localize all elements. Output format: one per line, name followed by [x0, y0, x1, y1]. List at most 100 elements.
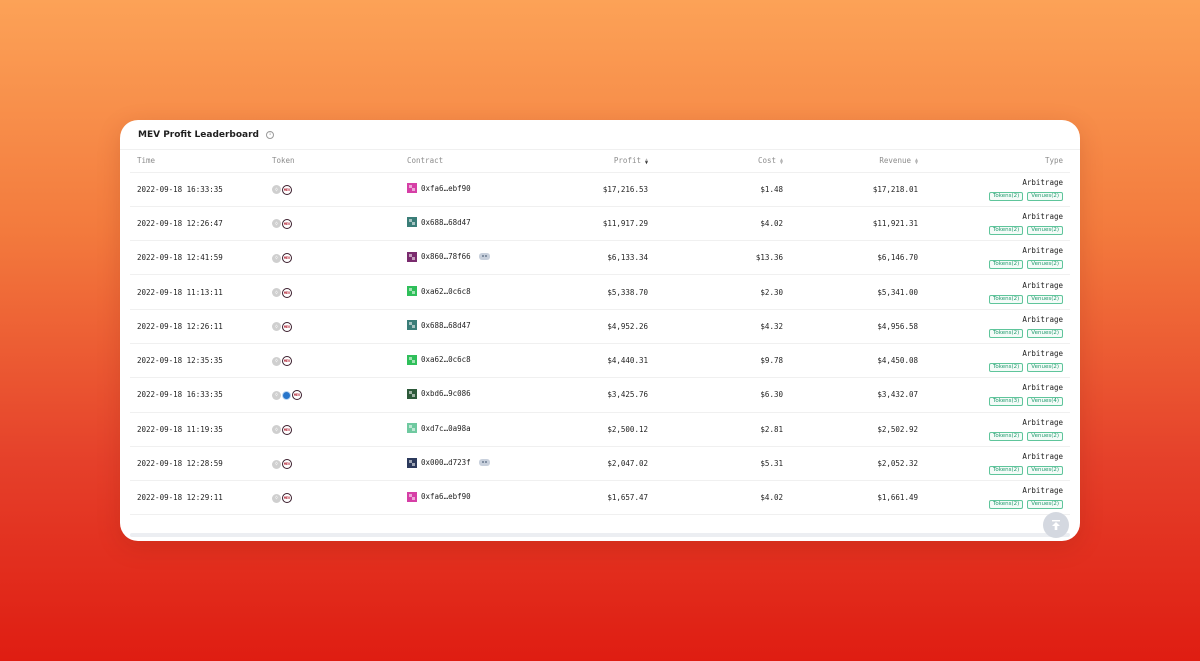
tokens-tag[interactable]: Tokens(2): [988, 260, 1024, 270]
tokens-tag[interactable]: Tokens(2): [988, 225, 1024, 235]
scroll-to-top-button[interactable]: [1043, 512, 1069, 538]
mev-icon[interactable]: MEV: [282, 184, 292, 195]
venues-tag[interactable]: Venues(2): [1027, 191, 1063, 201]
contract-address[interactable]: 0xfa6…ebf90: [421, 184, 471, 193]
table-row[interactable]: 2022-09-18 12:41:59 ⬨ MEV 0x860…78f66 $6,…: [130, 240, 1070, 276]
cell-token: ⬨ MEV: [265, 446, 400, 482]
eth-icon[interactable]: ⬨: [272, 493, 281, 503]
contract-link[interactable]: 0xa62…0c6c8: [407, 286, 471, 297]
contract-address[interactable]: 0xa62…0c6c8: [421, 355, 471, 364]
contract-link[interactable]: 0xbd6…9c086: [407, 388, 471, 399]
table-row[interactable]: 2022-09-18 11:19:35 ⬨ MEV 0xd7c…0a98a $2,…: [130, 412, 1070, 447]
contract-address[interactable]: 0x688…68d47: [421, 218, 471, 227]
contract-link[interactable]: 0x688…68d47: [407, 217, 471, 228]
tokens-tag[interactable]: Tokens(2): [988, 431, 1024, 441]
type-label: Arbitrage: [1022, 280, 1063, 290]
table-row[interactable]: 2022-09-18 12:28:59 ⬨ MEV 0x000…d723f $2,…: [130, 446, 1070, 482]
info-icon[interactable]: i: [266, 130, 275, 139]
leaderboard-card: MEV Profit Leaderboard i Time Token Cont…: [120, 120, 1080, 541]
table-row[interactable]: 2022-09-18 16:33:35 ⬨ MEV 0xfa6…ebf90 $17…: [130, 172, 1070, 207]
column-header-cost[interactable]: Cost ▲ ▼: [655, 150, 790, 173]
table-row[interactable]: 2022-09-18 12:35:35 ⬨ MEV 0xa62…0c6c8 $4,…: [130, 343, 1070, 379]
sort-icon[interactable]: ▲ ▼: [913, 158, 918, 166]
cell-token: ⬨ MEV: [265, 343, 400, 379]
table-header-row: Time Token Contract Profit ▲ ▼ Cost ▲ ▼ Reve…: [130, 150, 1070, 173]
tokens-tag[interactable]: Tokens(2): [988, 191, 1024, 201]
eth-icon[interactable]: ⬨: [272, 185, 281, 195]
cell-token: ⬨ MEV: [265, 309, 400, 344]
eth-icon[interactable]: ⬨: [272, 425, 281, 435]
contract-address[interactable]: 0xa62…0c6c8: [421, 287, 471, 296]
venues-tag[interactable]: Venues(2): [1027, 260, 1063, 270]
table-row[interactable]: 2022-09-18 12:26:47 ⬨ MEV 0x688…68d47 $11…: [130, 206, 1070, 242]
contract-link[interactable]: 0xa62…0c6c8: [407, 354, 471, 365]
column-header-cost-label: Cost: [757, 156, 776, 166]
venues-tag[interactable]: Venues(2): [1027, 225, 1063, 235]
eth-icon[interactable]: ⬨: [272, 356, 281, 366]
contract-address[interactable]: 0xbd6…9c086: [421, 389, 471, 398]
mev-icon[interactable]: MEV: [282, 253, 292, 264]
sort-icon[interactable]: ▲ ▼: [778, 158, 783, 166]
cell-contract: 0xd7c…0a98a: [400, 412, 535, 447]
venues-tag[interactable]: Venues(4): [1027, 397, 1063, 407]
mev-icon[interactable]: MEV: [282, 424, 292, 435]
venues-tag[interactable]: Venues(2): [1027, 431, 1063, 441]
eth-icon[interactable]: ⬨: [272, 459, 281, 469]
contract-address[interactable]: 0xfa6…ebf90: [421, 492, 471, 501]
type-tags: Tokens(2) Venues(2): [988, 431, 1063, 441]
contract-link[interactable]: 0xfa6…ebf90: [407, 491, 471, 502]
column-header-revenue[interactable]: Revenue ▲ ▼: [790, 150, 925, 173]
tokens-tag[interactable]: Tokens(2): [988, 500, 1024, 510]
table-row[interactable]: 2022-09-18 16:33:35 ⬨ MEV 0xbd6…9c086 $3,…: [130, 377, 1070, 413]
contract-address[interactable]: 0x000…d723f: [421, 458, 471, 467]
mev-icon[interactable]: MEV: [282, 218, 292, 229]
contract-address[interactable]: 0x860…78f66: [421, 252, 471, 261]
mev-icon[interactable]: MEV: [282, 287, 292, 298]
tokens-tag[interactable]: Tokens(2): [988, 363, 1024, 373]
eth-icon[interactable]: ⬨: [272, 219, 281, 229]
table-row[interactable]: 2022-09-18 11:13:11 ⬨ MEV 0xa62…0c6c8 $5,…: [130, 274, 1070, 310]
contract-link[interactable]: 0x000…d723f: [407, 457, 490, 468]
cell-time: 2022-09-18 12:26:11: [130, 309, 265, 344]
eth-icon[interactable]: ⬨: [272, 322, 281, 332]
type-tags: Tokens(2) Venues(2): [988, 328, 1063, 338]
contract-link[interactable]: 0x860…78f66: [407, 251, 490, 262]
cell-revenue: $2,502.92: [790, 412, 925, 447]
mev-icon[interactable]: MEV: [282, 493, 292, 504]
venues-tag[interactable]: Venues(2): [1027, 500, 1063, 510]
cell-revenue: $5,341.00: [790, 274, 925, 310]
venues-tag[interactable]: Venues(2): [1027, 363, 1063, 373]
mev-icon[interactable]: MEV: [282, 356, 292, 367]
cell-type: Arbitrage Tokens(2) Venues(2): [925, 172, 1070, 207]
venues-tag[interactable]: Venues(2): [1027, 294, 1063, 304]
mev-icon[interactable]: MEV: [292, 390, 302, 401]
eth-icon[interactable]: ⬨: [272, 253, 281, 263]
column-header-profit[interactable]: Profit ▲ ▼: [535, 150, 655, 173]
tokens-tag[interactable]: Tokens(3): [988, 397, 1024, 407]
table-row[interactable]: 2022-09-18 12:29:11 ⬨ MEV 0xfa6…ebf90 $1,…: [130, 480, 1070, 516]
sort-icon[interactable]: ▲ ▼: [643, 158, 648, 166]
table-row[interactable]: 2022-09-18 12:26:11 ⬨ MEV 0x688…68d47 $4,…: [130, 309, 1070, 344]
contract-link[interactable]: 0x688…68d47: [407, 320, 471, 331]
eth-icon[interactable]: ⬨: [272, 390, 281, 400]
type-tags: Tokens(3) Venues(4): [988, 397, 1063, 407]
contract-link[interactable]: 0xd7c…0a98a: [407, 423, 471, 434]
tokens-tag[interactable]: Tokens(2): [988, 466, 1024, 476]
cell-type: Arbitrage Tokens(2) Venues(2): [925, 206, 1070, 242]
contract-address[interactable]: 0x688…68d47: [421, 321, 471, 330]
tokens-tag[interactable]: Tokens(2): [988, 328, 1024, 338]
contract-avatar-icon: [407, 217, 417, 228]
mev-icon[interactable]: MEV: [282, 321, 292, 332]
contract-avatar-icon: [407, 491, 417, 502]
tokens-tag[interactable]: Tokens(2): [988, 294, 1024, 304]
eth-icon[interactable]: ⬨: [272, 288, 281, 298]
horizontal-scrollbar[interactable]: [130, 533, 1070, 537]
mev-icon[interactable]: MEV: [282, 459, 292, 470]
usdc-icon[interactable]: [282, 390, 291, 400]
venues-tag[interactable]: Venues(2): [1027, 328, 1063, 338]
contract-link[interactable]: 0xfa6…ebf90: [407, 183, 471, 194]
contract-address[interactable]: 0xd7c…0a98a: [421, 424, 471, 433]
robot-icon: [478, 253, 490, 261]
token-icons: ⬨ MEV: [272, 253, 292, 264]
venues-tag[interactable]: Venues(2): [1027, 466, 1063, 476]
